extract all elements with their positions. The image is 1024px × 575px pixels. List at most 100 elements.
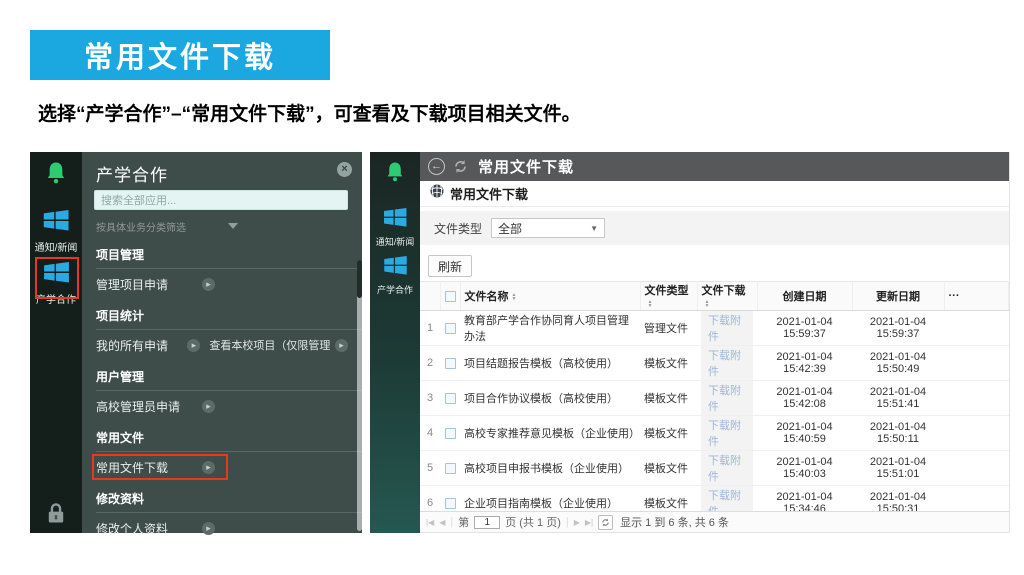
empty-cell — [944, 451, 1009, 486]
panel-scrollbar[interactable] — [357, 260, 362, 531]
table-row[interactable]: 4 高校专家推荐意见模板（企业使用） 模板文件 下载附件 2021-01-04 … — [420, 416, 1009, 451]
back-icon[interactable]: ← — [428, 158, 445, 175]
app-title: 常用文件下载 — [478, 156, 574, 177]
file-name-cell: 项目结题报告模板（高校使用） — [460, 346, 640, 381]
row-checkbox[interactable] — [440, 346, 460, 381]
download-cell: 下载附件 — [697, 311, 757, 346]
created-date-cell: 2021-01-04 15:42:08 — [757, 381, 852, 416]
created-date-cell: 2021-01-04 15:42:39 — [757, 346, 852, 381]
rail-tile-news-label: 通知/新闻 — [376, 235, 415, 248]
row-number: 1 — [420, 311, 440, 346]
col-created-date[interactable]: 创建日期 — [757, 282, 852, 311]
bell-icon[interactable] — [46, 161, 66, 189]
circle-arrow-icon: ▸ — [202, 278, 215, 291]
group-header-project-mgmt: 项目管理 — [82, 238, 362, 268]
group-header-common-files: 常用文件 — [82, 421, 362, 451]
circle-arrow-icon: ▸ — [202, 522, 215, 535]
col-file-download[interactable]: 文件下载▲▼ — [697, 282, 757, 311]
pagination-bar: |◀ ◀ | 第 页 (共 1 页) | ▶ ▶| 显示 1 到 6 条, 共 … — [420, 511, 1009, 532]
refresh-button[interactable]: 刷新 — [428, 255, 472, 277]
rail-tile-cooperation[interactable]: 产学合作 — [377, 256, 413, 296]
page-label-pre: 第 — [458, 514, 469, 530]
download-cell: 下载附件 — [697, 346, 757, 381]
rail-tile-news-label: 通知/新闻 — [35, 239, 78, 254]
download-link[interactable]: 下载附件 — [701, 346, 753, 380]
refresh-icon[interactable] — [453, 159, 468, 174]
files-table: 文件名称▲▼ 文件类型▲▼ 文件下载▲▼ 创建日期 更新日期 ··· 1 教育部… — [420, 281, 1009, 521]
col-file-type[interactable]: 文件类型▲▼ — [640, 282, 697, 311]
cooperation-menu-panel: 产学合作 × 按具体业务分类筛选 项目管理 管理项目申请 ▸ 项目统计 我的所有… — [82, 152, 362, 533]
app-search — [94, 190, 348, 210]
windows-tile-icon — [383, 262, 406, 279]
download-link[interactable]: 下载附件 — [701, 381, 753, 415]
sort-icon: ▲▼ — [648, 300, 653, 308]
row-checkbox[interactable] — [440, 416, 460, 451]
table-row[interactable]: 5 高校项目申报书模板（企业使用） 模板文件 下载附件 2021-01-04 1… — [420, 451, 1009, 486]
empty-cell — [944, 416, 1009, 451]
menu-item-common-file-download[interactable]: 常用文件下载 ▸ — [82, 452, 362, 482]
empty-cell — [944, 346, 1009, 381]
download-cell: 下载附件 — [697, 381, 757, 416]
col-updated-date[interactable]: 更新日期 — [852, 282, 944, 311]
table-row[interactable]: 1 教育部产学合作协同育人项目管理办法 管理文件 下载附件 2021-01-04… — [420, 311, 1009, 346]
file-name-cell: 高校项目申报书模板（企业使用） — [460, 451, 640, 486]
scrollbar-thumb[interactable] — [357, 260, 362, 298]
table-header-row: 文件名称▲▼ 文件类型▲▼ 文件下载▲▼ 创建日期 更新日期 ··· — [420, 282, 1009, 311]
close-icon[interactable]: × — [337, 162, 352, 177]
row-checkbox[interactable] — [440, 311, 460, 346]
table-row[interactable]: 2 项目结题报告模板（高校使用） 模板文件 下载附件 2021-01-04 15… — [420, 346, 1009, 381]
rail-tile-news[interactable]: 通知/新闻 — [376, 208, 415, 248]
first-page-icon[interactable]: |◀ — [426, 518, 434, 527]
row-checkbox[interactable] — [440, 451, 460, 486]
col-file-name[interactable]: 文件名称▲▼ — [460, 282, 640, 311]
globe-icon — [430, 184, 444, 203]
menu-item-my-applications[interactable]: 我的所有申请 ▸ 查看本校项目（仅限管理员... ▸ — [82, 330, 362, 360]
filter-hint-row[interactable]: 按具体业务分类筛选 — [96, 218, 348, 234]
group-header-edit-profile: 修改资料 — [82, 482, 362, 512]
file-type-cell: 模板文件 — [640, 451, 697, 486]
toolbar-row: 刷新 — [420, 251, 1009, 281]
file-type-cell: 模板文件 — [640, 381, 697, 416]
last-page-icon[interactable]: ▶| — [585, 518, 593, 527]
download-link[interactable]: 下载附件 — [701, 451, 753, 485]
menu-item-label: 高校管理员申请 — [96, 398, 202, 415]
created-date-cell: 2021-01-04 15:40:59 — [757, 416, 852, 451]
circle-arrow-icon: ▸ — [202, 400, 215, 413]
menu-item-admin-application[interactable]: 高校管理员申请 ▸ — [82, 391, 362, 421]
download-link[interactable]: 下载附件 — [701, 311, 753, 345]
empty-cell — [944, 311, 1009, 346]
search-input[interactable] — [95, 192, 347, 210]
col-more[interactable]: ··· — [944, 282, 1009, 311]
select-all-checkbox[interactable] — [440, 282, 460, 311]
pager-summary: 显示 1 到 6 条, 共 6 条 — [620, 514, 729, 530]
file-type-label: 文件类型 — [434, 220, 482, 237]
updated-date-cell: 2021-01-04 15:51:01 — [852, 451, 944, 486]
table-row[interactable]: 3 项目合作协议模板（高校使用） 模板文件 下载附件 2021-01-04 15… — [420, 381, 1009, 416]
prev-page-icon[interactable]: ◀ — [439, 518, 445, 527]
file-name-cell: 高校专家推荐意见模板（企业使用） — [460, 416, 640, 451]
menu-groups: 项目管理 管理项目申请 ▸ 项目统计 我的所有申请 ▸ 查看本校项目（仅限管理员… — [82, 238, 362, 543]
file-type-select[interactable]: 全部 ▼ — [491, 218, 605, 238]
updated-date-cell: 2021-01-04 15:50:11 — [852, 416, 944, 451]
download-link[interactable]: 下载附件 — [701, 416, 753, 450]
next-page-icon[interactable]: ▶ — [574, 518, 580, 527]
page-number-input[interactable] — [474, 516, 500, 529]
row-number: 5 — [420, 451, 440, 486]
left-screenshot: 通知/新闻 产学合作 产学合作 × 按具体业务分类筛选 项目管理 管理项目申请 — [30, 152, 362, 533]
instruction-text: 选择“产学合作”–“常用文件下载”，可查看及下载项目相关文件。 — [38, 99, 581, 126]
file-name-cell: 项目合作协议模板（高校使用） — [460, 381, 640, 416]
right-app-rail: 通知/新闻 产学合作 — [370, 152, 420, 533]
rail-tile-news[interactable]: 通知/新闻 — [35, 210, 78, 254]
lock-icon[interactable] — [47, 502, 65, 529]
windows-tile-icon — [44, 218, 69, 235]
row-checkbox[interactable] — [440, 381, 460, 416]
pager-refresh-icon[interactable] — [598, 515, 613, 530]
red-highlight-box — [35, 257, 79, 299]
chevron-down-icon: ▼ — [590, 224, 598, 233]
menu-item-secondary-label[interactable]: 查看本校项目（仅限管理员... — [209, 337, 331, 353]
menu-item-manage-applications[interactable]: 管理项目申请 ▸ — [82, 269, 362, 299]
circle-arrow-icon: ▸ — [187, 339, 200, 352]
menu-item-edit-personal-info[interactable]: 修改个人资料 ▸ — [82, 513, 362, 543]
bell-icon[interactable] — [386, 161, 404, 187]
download-cell: 下载附件 — [697, 416, 757, 451]
